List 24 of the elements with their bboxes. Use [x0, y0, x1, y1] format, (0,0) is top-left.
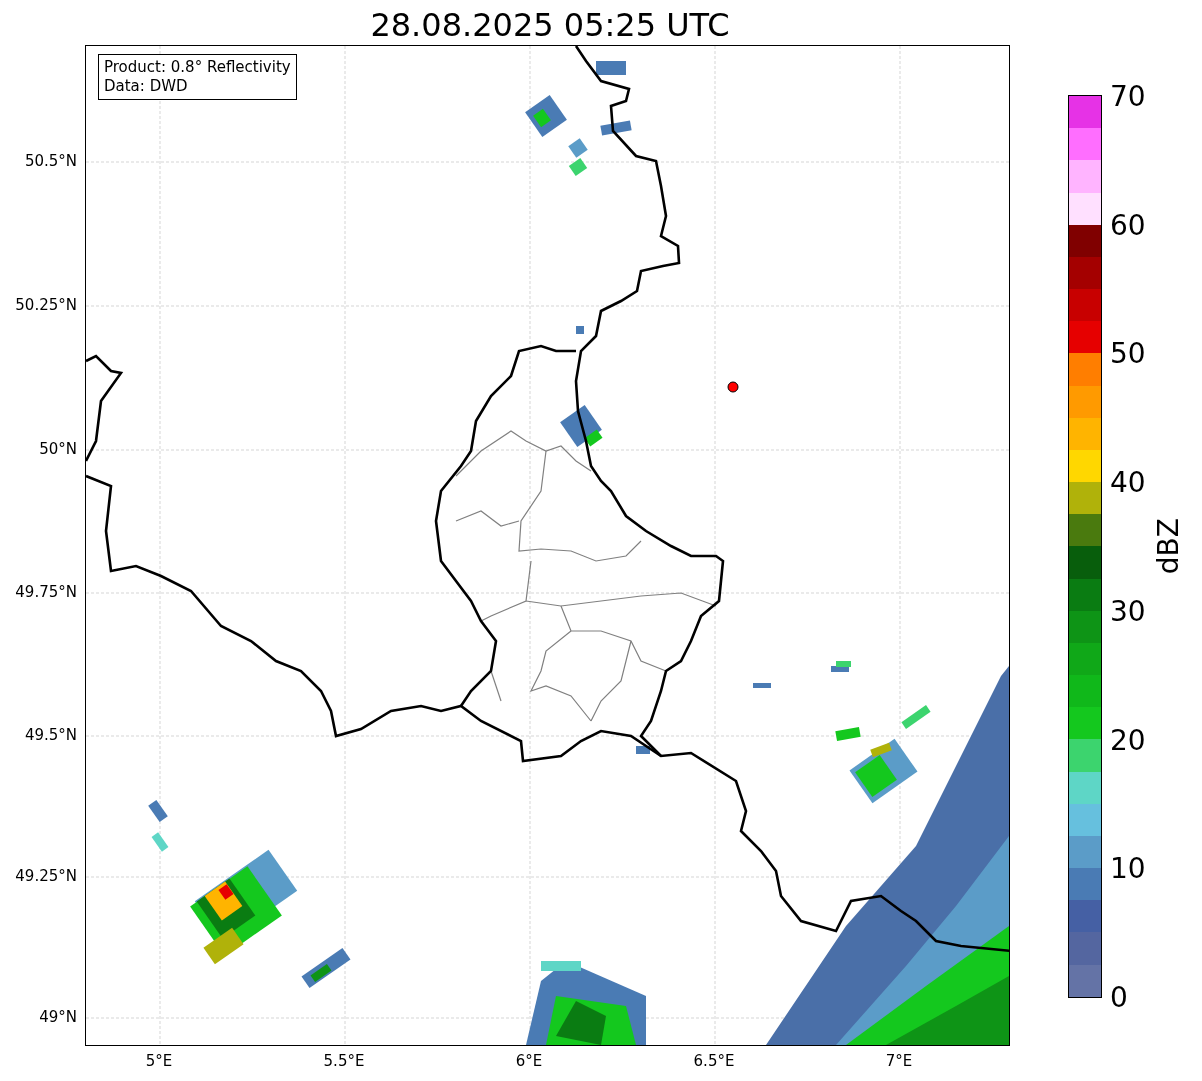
latitude-label: 49.75°N — [15, 583, 77, 601]
longitude-label: 5.5°E — [323, 1052, 365, 1070]
latitude-label: 50°N — [39, 440, 77, 458]
colorbar-tick-label: 10 — [1110, 851, 1146, 885]
colorbar-tick-label: 40 — [1110, 465, 1146, 499]
colorbar-label: dBZ — [1152, 518, 1185, 575]
colorbar-tick-label: 30 — [1110, 594, 1146, 628]
info-text: Product: 0.8° Reflectivity — [104, 58, 291, 77]
longitude-label: 7°E — [885, 1052, 913, 1070]
colorbar-tick-label: 70 — [1110, 79, 1146, 113]
info-text: Data: DWD — [104, 77, 189, 96]
colorbar-tick-label: 20 — [1110, 723, 1146, 757]
longitude-label: 6°E — [515, 1052, 543, 1070]
colorbar-tick-label: 50 — [1110, 336, 1146, 370]
longitude-label: 5°E — [145, 1052, 173, 1070]
chart-title: 28.08.2025 05:25 UTC — [369, 5, 731, 45]
latitude-label: 49.5°N — [24, 726, 77, 744]
colorbar-tick-label: 0 — [1110, 980, 1128, 1014]
longitude-label: 6.5°E — [693, 1052, 735, 1070]
latitude-label: 50.25°N — [15, 296, 77, 314]
latitude-label: 49.25°N — [15, 867, 77, 885]
colorbar-tick-label: 60 — [1110, 208, 1146, 242]
latitude-label: 49°N — [39, 1008, 77, 1026]
latitude-label: 50.5°N — [24, 152, 77, 170]
